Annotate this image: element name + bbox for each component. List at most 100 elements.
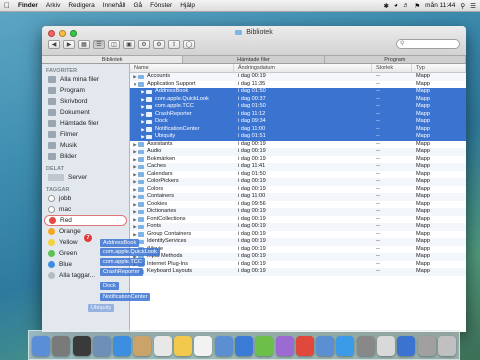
search-input[interactable]: ⚲ xyxy=(396,39,460,49)
table-row[interactable]: ▶ Cookies i dag 09:56 -- Mapp xyxy=(130,201,466,209)
tag-button[interactable]: ◯ xyxy=(183,39,195,49)
menu-fonster[interactable]: Fönster xyxy=(146,2,176,9)
column-size[interactable]: Storlek xyxy=(372,64,412,72)
sidebar-item-movies[interactable]: Filmer xyxy=(42,129,129,140)
table-row[interactable]: ▶ Dock i dag 09:34 -- Mapp xyxy=(130,118,466,126)
table-row[interactable]: ▶ Containers i dag 11:00 -- Mapp xyxy=(130,193,466,201)
sidebar-item-downloads[interactable]: Hämtade filer xyxy=(42,118,129,129)
downloads-icon[interactable] xyxy=(397,336,416,356)
trash-icon[interactable] xyxy=(437,336,456,356)
table-row[interactable]: ▶ Calendars i dag 01:50 -- Mapp xyxy=(130,171,466,179)
table-row[interactable]: ▶ NotificationCenter i dag 11:00 -- Mapp xyxy=(130,125,466,133)
reminders-icon[interactable] xyxy=(194,336,213,356)
table-row[interactable]: ▶IdentityServicesi dag 00:19--Mapp xyxy=(130,238,466,246)
table-row[interactable]: ▶ FontCollections i dag 00:19 -- Mapp xyxy=(130,216,466,224)
sidebar-item-applications[interactable]: Program xyxy=(42,85,129,96)
folder-icon[interactable] xyxy=(417,336,436,356)
menu-ga[interactable]: Gå xyxy=(130,2,147,9)
column-kind[interactable]: Typ xyxy=(412,64,466,72)
table-row[interactable]: ▶ CrashReporter i dag 11:12 -- Mapp xyxy=(130,110,466,118)
table-row[interactable]: ▶ Caches i dag 11:41 -- Mapp xyxy=(130,163,466,171)
table-row[interactable]: ▶ Input Methods i dag 00:19 -- Mapp xyxy=(130,253,466,261)
table-row[interactable]: ▶ com.apple.QuickLook i dag 00:37 -- Mapp xyxy=(130,95,466,103)
apple-menu-icon[interactable]:  xyxy=(0,1,14,10)
drag-ghost-item: CrashReporter xyxy=(100,268,143,276)
tab-program[interactable]: Program xyxy=(325,56,466,63)
app-store-icon[interactable] xyxy=(336,336,355,356)
table-row[interactable]: ▶ Fonts i dag 00:19 -- Mapp xyxy=(130,223,466,231)
sidebar-item-server[interactable]: Server xyxy=(42,172,129,183)
table-row[interactable]: ▶ Accounts i dag 00:19 -- Mapp xyxy=(130,73,466,81)
icon-view-button[interactable]: ▦ xyxy=(78,39,90,49)
calendar-icon[interactable] xyxy=(153,336,172,356)
finder-icon[interactable] xyxy=(32,336,50,356)
menu-finder[interactable]: Finder xyxy=(14,2,42,9)
launchpad-icon[interactable] xyxy=(52,336,71,356)
table-row[interactable]: ▶Keyboard Layoutsi dag 00:19--Mapp xyxy=(130,268,466,276)
sidebar-item-documents[interactable]: Dokument xyxy=(42,107,129,118)
cover-flow-button[interactable]: ▣ xyxy=(123,39,135,49)
back-button[interactable]: ◀ xyxy=(48,39,60,49)
file-kind: Mapp xyxy=(416,253,430,259)
table-row[interactable]: ▶iMoviei dag 00:19--Mapp xyxy=(130,246,466,254)
table-row[interactable]: ▶ AddressBook i dag 01:50 -- Mapp xyxy=(130,88,466,96)
photo-booth-icon[interactable] xyxy=(295,336,314,356)
action-button[interactable]: ⚙ xyxy=(153,39,165,49)
menu-redigera[interactable]: Redigera xyxy=(64,2,98,9)
preview-icon[interactable] xyxy=(377,336,396,356)
messages-icon[interactable] xyxy=(234,336,253,356)
volume-icon[interactable]: ♬ xyxy=(403,2,410,9)
table-row[interactable]: ▶ Audio i dag 00:19 -- Mapp xyxy=(130,148,466,156)
sidebar-item-tag-red[interactable]: Red xyxy=(44,215,127,226)
tab-bibliotek[interactable]: Bibliotek xyxy=(42,56,184,63)
folder-icon xyxy=(138,172,144,177)
sidebar-item-pictures[interactable]: Bilder xyxy=(42,151,129,162)
mail-stamp-icon[interactable] xyxy=(92,336,111,356)
table-row[interactable]: ▶ Dictionaries i dag 00:19 -- Mapp xyxy=(130,208,466,216)
table-row[interactable]: ▶ com.apple.TCC i dag 01:50 -- Mapp xyxy=(130,103,466,111)
sidebar-item-tag-jobb[interactable]: jobb xyxy=(42,193,129,204)
menu-hjalp[interactable]: Hjälp xyxy=(176,2,199,9)
maps-icon[interactable] xyxy=(214,336,233,356)
wifi-icon[interactable]: ◕ xyxy=(394,2,398,9)
menu-innehall[interactable]: Innehåll xyxy=(99,2,130,9)
notification-center-icon[interactable]: ☰ xyxy=(470,2,476,10)
sidebar-item-music[interactable]: Musik xyxy=(42,140,129,151)
sidebar-item-desktop[interactable]: Skrivbord xyxy=(42,96,129,107)
menu-bar:  Finder Arkiv Redigera Innehåll Gå Föns… xyxy=(0,0,480,12)
table-row[interactable]: ▶ Ubiquity i dag 01:51 -- Mapp xyxy=(130,133,466,141)
tab-hamtade-filer[interactable]: Hämtade filer xyxy=(183,56,325,63)
contacts-icon[interactable] xyxy=(133,336,152,356)
notes-icon[interactable] xyxy=(174,336,193,356)
column-date[interactable]: Ändringsdatum xyxy=(234,64,372,72)
file-name: Assistants xyxy=(147,140,173,147)
all-tags-icon xyxy=(48,272,55,279)
facetime-icon[interactable] xyxy=(255,336,274,356)
forward-button[interactable]: ▶ xyxy=(63,39,75,49)
bluetooth-icon[interactable]: ✱ xyxy=(383,2,388,10)
table-row[interactable]: ▼ Application Support i dag 11:35 -- Mapp xyxy=(130,81,466,89)
table-row[interactable]: ▶ ColorPickers i dag 00:19 -- Mapp xyxy=(130,178,466,186)
list-view-button[interactable]: ☰ xyxy=(93,39,105,49)
column-view-button[interactable]: ◫ xyxy=(108,39,120,49)
table-row[interactable]: ▶ Assistants i dag 00:19 -- Mapp xyxy=(130,141,466,149)
mission-control-icon[interactable] xyxy=(72,336,91,356)
file-kind: Mapp xyxy=(416,245,430,252)
table-row[interactable]: ▶ Bokmärken i dag 00:19 -- Mapp xyxy=(130,156,466,164)
clock[interactable]: mån 11:44 xyxy=(425,2,455,9)
spotlight-icon[interactable]: ⚲ xyxy=(460,2,465,10)
sidebar-item-all-files[interactable]: Alla mina filer xyxy=(42,74,129,85)
table-row[interactable]: ▶Internet Plug-Insi dag 00:19--Mapp xyxy=(130,261,466,269)
column-name[interactable]: Name xyxy=(130,64,234,72)
safari-icon[interactable] xyxy=(113,336,132,356)
arrange-button[interactable]: ⚙ xyxy=(138,39,150,49)
share-button[interactable]: ⇧ xyxy=(168,39,180,49)
menu-arkiv[interactable]: Arkiv xyxy=(42,2,64,9)
table-row[interactable]: ▶ Group Containers i dag 00:19 -- Mapp xyxy=(130,231,466,239)
iphoto-icon[interactable] xyxy=(316,336,335,356)
system-preferences-icon[interactable] xyxy=(356,336,375,356)
sidebar-item-tag-mac[interactable]: mac xyxy=(42,204,129,215)
table-row[interactable]: ▶ Colors i dag 00:19 -- Mapp xyxy=(130,186,466,194)
itunes-icon[interactable] xyxy=(275,336,294,356)
flag-icon[interactable]: ⚑ xyxy=(414,2,420,10)
